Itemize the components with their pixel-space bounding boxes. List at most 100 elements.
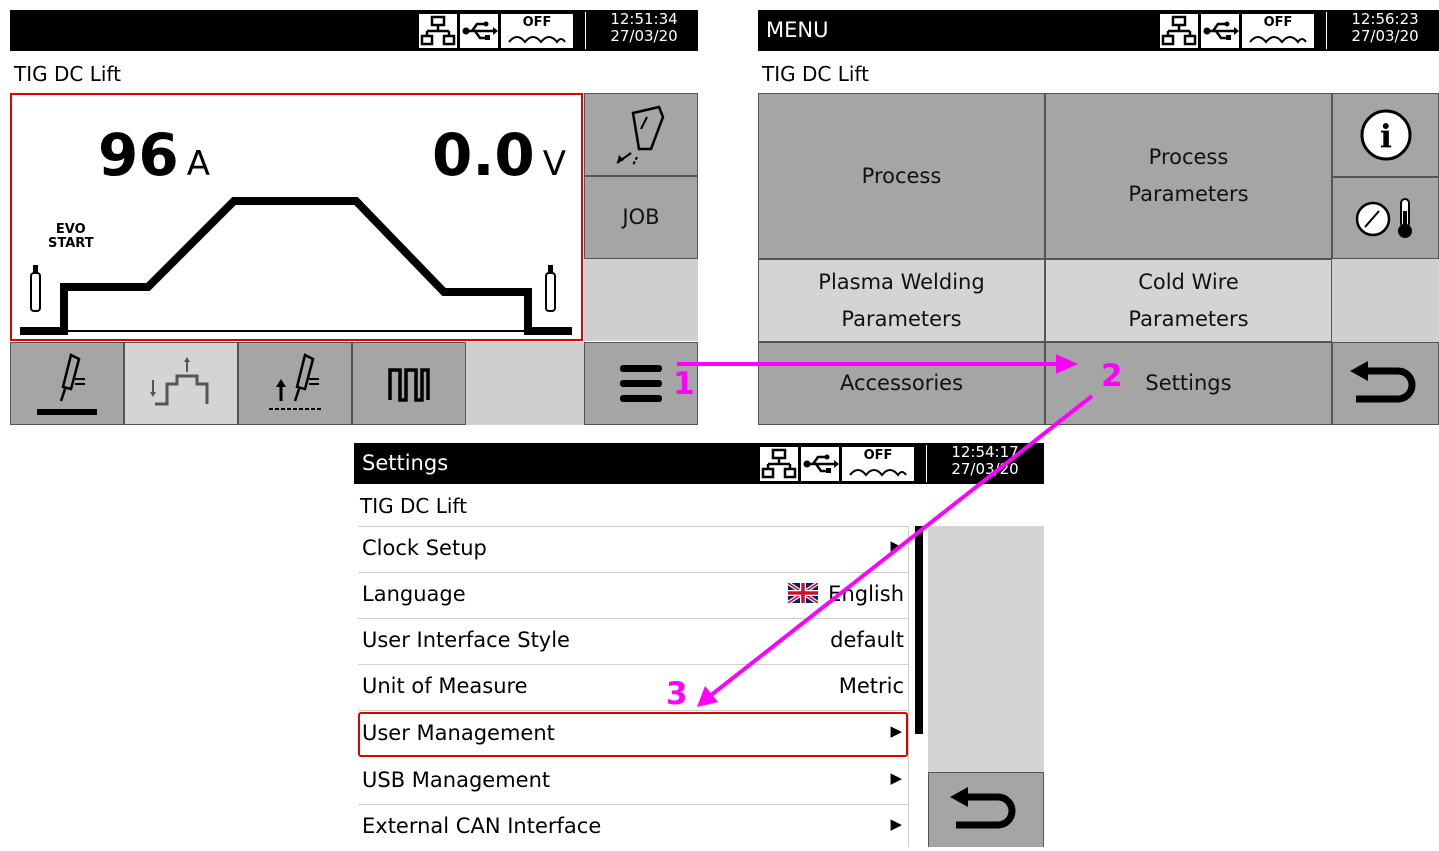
pulse-button[interactable] — [352, 342, 466, 425]
wave-icon — [849, 469, 907, 477]
row-label: User Management — [362, 721, 555, 745]
torch-trigger-icon — [616, 105, 665, 165]
empty-slot — [1332, 259, 1439, 342]
svg-text:i: i — [1379, 117, 1391, 155]
cooler-status-icon: OFF — [1242, 14, 1314, 48]
wave-icon — [508, 36, 566, 44]
status-separator — [926, 445, 927, 482]
cooler-status-icon: OFF — [501, 14, 573, 48]
status-bar-screen1: OFF 12:51:34 27/03/20 — [10, 10, 698, 51]
external-can-interface-row[interactable]: External CAN Interface ▶ — [358, 805, 908, 851]
process-button[interactable]: Process — [758, 93, 1045, 259]
wave-icon — [1249, 36, 1307, 44]
row-label: Clock Setup — [362, 536, 487, 560]
row-label: Language — [362, 582, 466, 606]
cooler-off-label: OFF — [863, 448, 893, 463]
settings-button[interactable]: Settings — [1045, 342, 1332, 425]
process-parameters-button[interactable]: Process Parameters — [1045, 93, 1332, 259]
chevron-right-icon: ▶ — [890, 815, 902, 833]
row-label: USB Management — [362, 768, 551, 792]
gauge-thermometer-icon — [1355, 198, 1412, 238]
gas-bottle-icon-right — [545, 265, 556, 312]
network-icon — [419, 14, 457, 48]
plasma-line2: Parameters — [841, 306, 962, 331]
cooler-status-icon: OFF — [842, 447, 914, 481]
torch-lift-button[interactable] — [238, 342, 352, 425]
cooler-off-label: OFF — [522, 15, 552, 30]
clock-display: 12:56:23 27/03/20 — [1337, 11, 1433, 45]
coldwire-line2: Parameters — [1128, 306, 1249, 331]
empty-slot — [466, 342, 584, 425]
screen-title: Settings — [362, 451, 449, 475]
process-parameters-line2: Parameters — [1128, 182, 1249, 206]
time-text: 12:54:17 — [951, 443, 1019, 461]
row-label: User Interface Style — [362, 628, 570, 652]
step-3-label: 3 — [666, 676, 688, 712]
gas-bottle-icon-left — [30, 265, 41, 312]
status-bar-screen2: MENU OFF 12:56:23 27/03/20 — [758, 10, 1439, 51]
uk-flag-icon — [788, 583, 818, 603]
coldwire-line1: Cold Wire — [1138, 269, 1239, 294]
empty-slot — [584, 259, 698, 341]
tig-torch-icon — [37, 352, 97, 415]
torch-mode-button[interactable] — [10, 342, 124, 425]
info-button[interactable]: i — [1332, 93, 1439, 177]
job-button[interactable]: JOB — [584, 176, 698, 259]
gauge-temperature-button[interactable] — [1332, 177, 1439, 259]
torch-lift-icon — [269, 352, 323, 410]
date-text: 27/03/20 — [951, 460, 1019, 478]
process-parameters-line1: Process — [1148, 145, 1229, 169]
usb-icon — [460, 14, 498, 48]
cooler-off-label: OFF — [1263, 15, 1293, 30]
hamburger-menu-icon — [620, 364, 662, 402]
cold-wire-parameters-button[interactable]: Cold Wire Parameters — [1045, 259, 1332, 342]
back-button-screen2[interactable] — [1332, 342, 1439, 425]
usb-icon — [801, 447, 839, 481]
date-text: 27/03/20 — [610, 27, 678, 45]
clock-display: 12:51:34 27/03/20 — [596, 11, 692, 45]
time-text: 12:51:34 — [610, 10, 678, 28]
torch-button[interactable] — [584, 93, 698, 176]
time-text: 12:56:23 — [1351, 10, 1419, 28]
network-icon — [1160, 14, 1198, 48]
user-management-row[interactable]: User Management ▶ — [358, 712, 908, 757]
back-button-screen3[interactable] — [928, 772, 1044, 847]
pulse-profile-button[interactable] — [124, 342, 238, 425]
step-2-label: 2 — [1101, 358, 1123, 394]
welding-display[interactable]: 96 A 0.0 V EVO START — [10, 93, 583, 341]
welding-cycle-graph — [20, 197, 572, 335]
row-label: Unit of Measure — [362, 674, 528, 698]
status-separator — [1326, 12, 1327, 49]
chevron-right-icon: ▶ — [890, 722, 902, 740]
pulse-wave-icon — [388, 367, 430, 402]
network-icon — [760, 447, 798, 481]
row-value: default — [830, 628, 904, 652]
chevron-right-icon: ▶ — [890, 537, 902, 555]
chevron-right-icon: ▶ — [890, 769, 902, 787]
back-arrow-icon — [950, 787, 1016, 829]
usb-management-row[interactable]: USB Management ▶ — [358, 759, 908, 805]
date-text: 27/03/20 — [1351, 27, 1419, 45]
clock-display: 12:54:17 27/03/20 — [937, 444, 1033, 478]
screen-title: MENU — [766, 18, 829, 42]
clock-setup-row[interactable]: Clock Setup ▶ — [358, 527, 908, 573]
row-value: Metric — [838, 674, 904, 698]
info-icon: i — [1360, 109, 1411, 161]
back-arrow-icon — [1349, 360, 1415, 402]
row-label: External CAN Interface — [362, 814, 602, 838]
usb-icon — [1201, 14, 1239, 48]
language-row[interactable]: Language English — [358, 573, 908, 619]
row-value: English — [828, 582, 904, 606]
user-interface-style-row[interactable]: User Interface Style default — [358, 619, 908, 665]
process-label-screen1: TIG DC Lift — [14, 62, 121, 86]
accessories-button[interactable]: Accessories — [758, 342, 1045, 425]
status-bar-screen3: Settings OFF 12:54:17 27/03/20 — [354, 443, 1044, 484]
profile-up-icon — [150, 356, 209, 405]
process-label-screen3: TIG DC Lift — [360, 494, 467, 518]
unit-of-measure-row[interactable]: Unit of Measure Metric — [358, 665, 908, 711]
plasma-welding-parameters-button[interactable]: Plasma Welding Parameters — [758, 259, 1045, 342]
step-1-label: 1 — [673, 366, 695, 402]
scrollbar-thumb[interactable] — [915, 526, 923, 734]
scrollbar-track[interactable] — [908, 526, 928, 847]
plasma-line1: Plasma Welding — [818, 269, 985, 294]
